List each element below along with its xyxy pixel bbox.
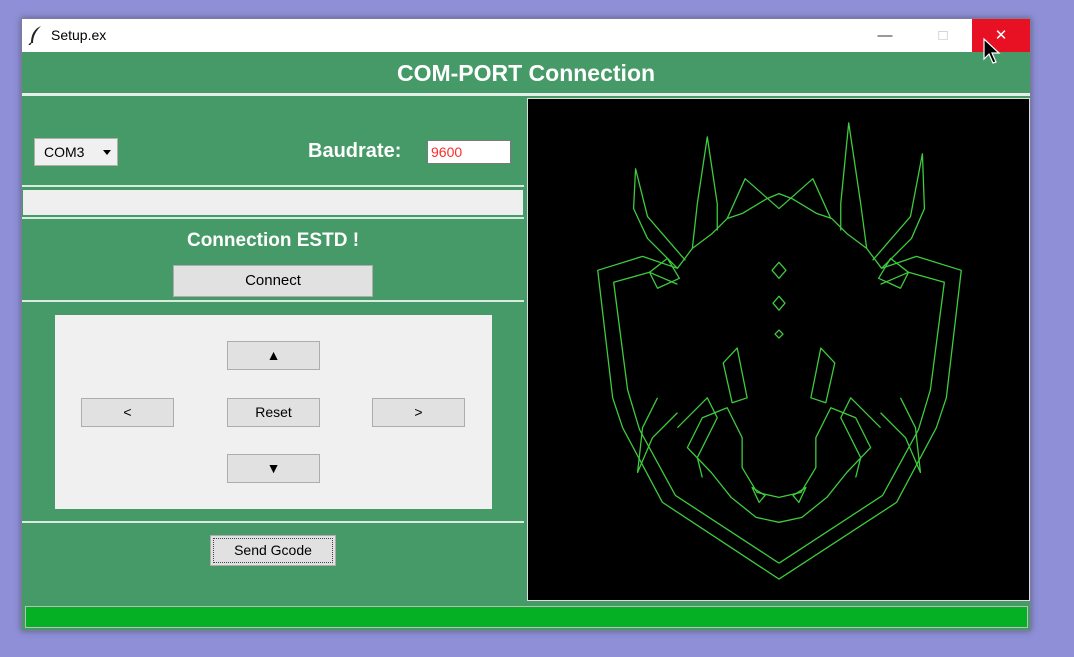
com-port-value: COM3 <box>44 144 85 160</box>
jog-down-button[interactable]: ▼ <box>227 454 320 483</box>
jog-up-button[interactable]: ▲ <box>227 341 320 370</box>
progress-fill <box>26 607 1027 627</box>
divider <box>22 300 524 302</box>
jog-right-button[interactable]: > <box>372 398 465 427</box>
divider <box>22 185 524 187</box>
dropdown-arrow-icon <box>103 150 111 155</box>
baudrate-label: Baudrate: <box>308 140 402 162</box>
maximize-button[interactable]: □ <box>914 19 972 52</box>
reset-button[interactable]: Reset <box>227 398 320 427</box>
feather-icon <box>28 26 41 45</box>
jog-left-button[interactable]: < <box>81 398 174 427</box>
divider <box>22 217 524 219</box>
connect-button[interactable]: Connect <box>173 265 373 297</box>
divider <box>22 521 524 523</box>
status-strip <box>23 190 523 215</box>
app-window: Setup.ex — □ ✕ COM-PORT Connection COM3 … <box>21 18 1031 631</box>
com-port-select[interactable]: COM3 <box>34 138 118 166</box>
minimize-button[interactable]: — <box>856 19 914 52</box>
connection-status: Connection ESTD ! <box>186 230 360 251</box>
progress-bar <box>25 606 1028 628</box>
page-title: COM-PORT Connection <box>396 60 656 86</box>
drawing-canvas <box>527 98 1030 601</box>
window-title: Setup.ex <box>51 27 107 43</box>
jog-control-panel: ▲ < Reset > ▼ <box>55 315 492 509</box>
send-gcode-button[interactable]: Send Gcode <box>210 535 336 566</box>
header-divider <box>22 93 1030 96</box>
dragon-outline-drawing <box>597 122 962 580</box>
title-bar: Setup.ex — □ ✕ <box>22 19 1030 64</box>
baudrate-input[interactable]: 9600 <box>427 140 511 164</box>
